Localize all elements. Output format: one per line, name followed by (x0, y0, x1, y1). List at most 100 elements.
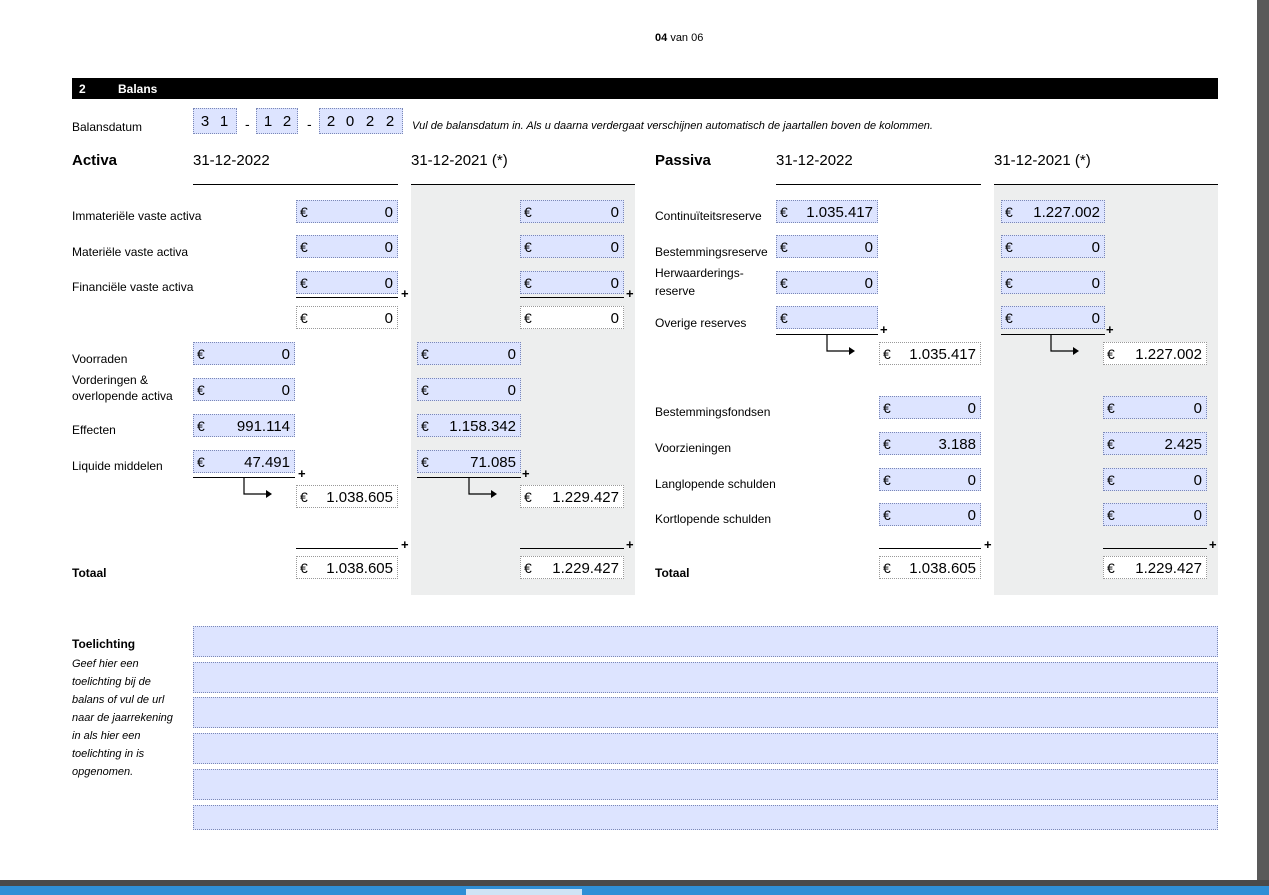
sum-rule (296, 297, 398, 298)
label-herwaarderingsreserve-1: Herwaarderings- (655, 266, 744, 280)
plus-sign: + (984, 537, 992, 552)
voorraden-2022-input[interactable]: €0 (193, 342, 295, 365)
toelichting-line-3-input[interactable] (193, 697, 1218, 728)
toelichting-line-6-input[interactable] (193, 805, 1218, 830)
bestemmingsfondsen-2021-input[interactable]: €0 (1103, 396, 1207, 419)
materieel-2021-input[interactable]: €0 (520, 235, 624, 258)
continuiteit-2022-input[interactable]: €1.035.417 (776, 200, 878, 223)
toelichting-heading: Toelichting (72, 637, 136, 651)
liquide-2022-input[interactable]: €47.491 (193, 450, 295, 473)
langlopend-2022-input[interactable]: €0 (879, 468, 981, 491)
toelichting-line-4-input[interactable] (193, 733, 1218, 764)
label-voorraden: Voorraden (72, 352, 128, 366)
viewer-right-border (1257, 0, 1269, 895)
label-liquide-middelen: Liquide middelen (72, 459, 163, 473)
toelichting-line-5-input[interactable] (193, 769, 1218, 800)
label-herwaarderingsreserve-2: reserve (655, 284, 696, 298)
form-page: 04 van 06 2 Balans Balansdatum 3 1 - 1 2… (0, 0, 1257, 880)
section-title: Balans (118, 82, 158, 96)
passiva-2021-total: €1.229.427 (1103, 556, 1207, 579)
liquide-2021-input[interactable]: €71.085 (417, 450, 521, 473)
continuiteit-2021-input[interactable]: €1.227.002 (1001, 200, 1105, 223)
header-rule (776, 184, 981, 185)
plus-sign: + (626, 537, 634, 552)
effecten-2021-input[interactable]: €1.158.342 (417, 414, 521, 437)
label-immateriele-vaste-activa: Immateriële vaste activa (72, 209, 202, 223)
label-passiva-totaal: Totaal (655, 566, 690, 580)
toelichting-line-1-input[interactable] (193, 626, 1218, 657)
herwaardering-2021-input[interactable]: €0 (1001, 271, 1105, 294)
activa-col2-date: 31-12-2021 (*) (411, 152, 508, 169)
toelichting-line-2-input[interactable] (193, 662, 1218, 693)
label-bestemmingsreserve: Bestemmingsreserve (655, 245, 768, 259)
label-continuiteitsreserve: Continuïteitsreserve (655, 209, 762, 223)
plus-sign: + (298, 466, 306, 481)
label-activa-totaal: Totaal (72, 566, 107, 580)
label-vorderingen: Vorderingen & overlopende activa (72, 373, 173, 403)
overige-reserves-2021-input[interactable]: €0 (1001, 306, 1105, 329)
date-separator: - (307, 116, 312, 132)
carry-arrow-icon (826, 335, 855, 355)
balansdatum-month-input[interactable]: 1 2 (256, 108, 298, 134)
vlottende-activa-2022-subtotal: €1.038.605 (296, 485, 398, 508)
balansdatum-day-input[interactable]: 3 1 (193, 108, 237, 134)
activa-heading: Activa (72, 152, 118, 169)
label-voorzieningen: Voorzieningen (655, 441, 732, 455)
passiva-heading: Passiva (655, 152, 711, 169)
overige-reserves-2022-input[interactable]: € (776, 306, 878, 329)
voorraden-2021-input[interactable]: €0 (417, 342, 521, 365)
plus-sign: + (401, 537, 409, 552)
balansdatum-year-input[interactable]: 2 0 2 2 (319, 108, 403, 134)
plus-sign: + (880, 322, 888, 337)
activa-col1-date: 31-12-2022 (193, 152, 270, 169)
activa-2021-total: €1.229.427 (520, 556, 624, 579)
date-separator: - (245, 116, 250, 132)
kortlopend-2022-input[interactable]: €0 (879, 503, 981, 526)
herwaardering-2022-input[interactable]: €0 (776, 271, 878, 294)
plus-sign: + (1209, 537, 1217, 552)
label-financiele-vaste-activa: Financiële vaste activa (72, 280, 194, 294)
reserves-2022-subtotal: €1.035.417 (879, 342, 981, 365)
total-rule (879, 548, 981, 549)
materieel-2022-input[interactable]: €0 (296, 235, 398, 258)
kortlopend-2021-input[interactable]: €0 (1103, 503, 1207, 526)
label-langlopende-schulden: Langlopende schulden (655, 477, 776, 491)
balansdatum-instruction: Vul de balansdatum in. Als u daarna verd… (412, 120, 933, 132)
section-header-bar: 2 Balans (72, 78, 1218, 99)
plus-sign: + (401, 286, 409, 301)
taskbar-active-item[interactable] (466, 889, 582, 895)
plus-sign: + (522, 466, 530, 481)
voorzieningen-2022-input[interactable]: €3.188 (879, 432, 981, 455)
financieel-2021-input[interactable]: €0 (520, 271, 624, 294)
immaterieel-2022-input[interactable]: €0 (296, 200, 398, 223)
label-materiele-vaste-activa: Materiële vaste activa (72, 245, 189, 259)
carry-arrow-icon (243, 478, 272, 498)
vorderingen-2021-input[interactable]: €0 (417, 378, 521, 401)
immaterieel-2021-input[interactable]: €0 (520, 200, 624, 223)
section-number: 2 (79, 82, 86, 96)
label-overige-reserves: Overige reserves (655, 316, 747, 330)
bestemmingsfondsen-2022-input[interactable]: €0 (879, 396, 981, 419)
langlopend-2021-input[interactable]: €0 (1103, 468, 1207, 491)
total-rule (1103, 548, 1207, 549)
label-bestemmingsfondsen: Bestemmingsfondsen (655, 405, 771, 419)
carry-arrow-icon (1050, 335, 1079, 355)
label-kortlopende-schulden: Kortlopende schulden (655, 512, 772, 526)
bestemmingsreserve-2021-input[interactable]: €0 (1001, 235, 1105, 258)
toelichting-description: Geef hier een toelichting bij de balans … (72, 658, 173, 778)
passiva-2022-total: €1.038.605 (879, 556, 981, 579)
vorderingen-2022-input[interactable]: €0 (193, 378, 295, 401)
total-rule (296, 548, 398, 549)
effecten-2022-input[interactable]: €991.114 (193, 414, 295, 437)
header-rule (193, 184, 398, 185)
plus-sign: + (626, 286, 634, 301)
passiva-col2-date: 31-12-2021 (*) (994, 152, 1091, 169)
header-rule (994, 184, 1218, 185)
financieel-2022-input[interactable]: €0 (296, 271, 398, 294)
vlottende-activa-2021-subtotal: €1.229.427 (520, 485, 624, 508)
vaste-activa-2021-subtotal: €0 (520, 306, 624, 329)
reserves-2021-subtotal: €1.227.002 (1103, 342, 1207, 365)
bestemmingsreserve-2022-input[interactable]: €0 (776, 235, 878, 258)
voorzieningen-2021-input[interactable]: €2.425 (1103, 432, 1207, 455)
passiva-col1-date: 31-12-2022 (776, 152, 853, 169)
